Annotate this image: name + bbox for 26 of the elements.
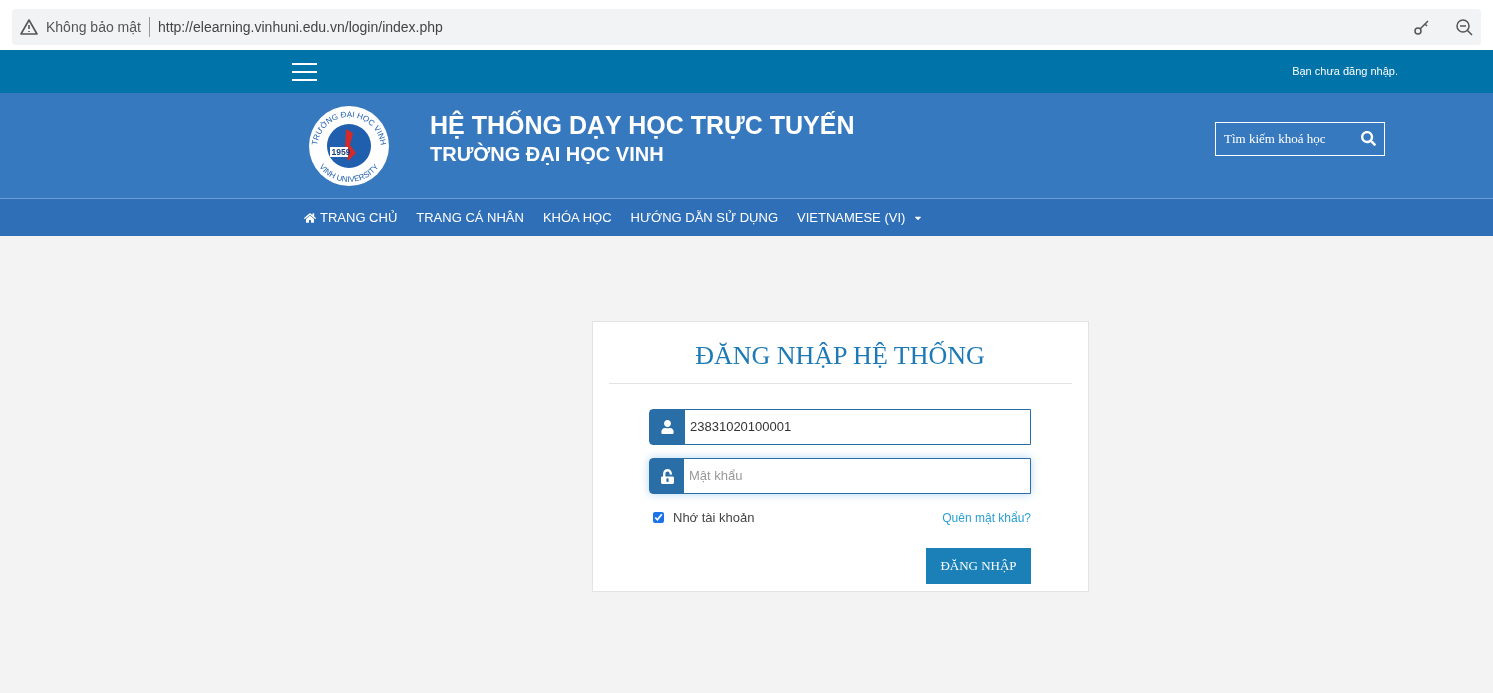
warning-icon bbox=[20, 19, 38, 35]
user-icon bbox=[661, 420, 674, 434]
site-title: HỆ THỐNG DẠY HỌC TRỰC TUYẾN bbox=[430, 112, 855, 138]
search-icon[interactable] bbox=[1361, 131, 1376, 146]
nav-link[interactable]: KHÓA HỌC bbox=[542, 207, 612, 228]
course-search-input[interactable]: Tìm kiếm khoá học bbox=[1224, 128, 1354, 149]
nav-link[interactable]: TRANG CHỦ bbox=[304, 207, 398, 228]
nav-link[interactable]: TRANG CÁ NHÂN bbox=[416, 207, 524, 228]
site-subtitle: TRƯỜNG ĐẠI HỌC VINH bbox=[430, 141, 665, 167]
remember-label: Nhớ tài khoản bbox=[673, 509, 755, 527]
login-button[interactable]: ĐĂNG NHẬP bbox=[926, 547, 1031, 584]
home-icon bbox=[304, 211, 316, 224]
login-title: ĐĂNG NHẬP HỆ THỐNG bbox=[608, 336, 1072, 384]
menu-icon[interactable] bbox=[292, 62, 317, 81]
security-label: Không bảo mật bbox=[46, 17, 141, 37]
unlock-icon bbox=[660, 468, 674, 484]
forgot-password-link[interactable]: Quên mật khẩu? bbox=[942, 508, 1031, 527]
url-text: http://elearning.vinhuni.edu.vn/login/index.php bbox=[157, 17, 443, 37]
key-icon[interactable] bbox=[1413, 18, 1431, 36]
zoom-out-icon[interactable] bbox=[1455, 18, 1473, 36]
remember-checkbox[interactable] bbox=[653, 512, 664, 524]
address-bar[interactable]: Không bảo mật http://elearning.vinhuni.edu.vn/login/index.php bbox=[12, 9, 1481, 45]
course-search-field[interactable]: Tìm kiếm khoá học bbox=[1215, 121, 1385, 156]
login-status: Bạn chưa đăng nhập. bbox=[1292, 64, 1398, 80]
nav-link[interactable]: HƯỚNG DẪN SỬ DỤNG bbox=[630, 207, 778, 228]
nav-link[interactable]: VIETNAMESE (VI) bbox=[797, 207, 924, 228]
